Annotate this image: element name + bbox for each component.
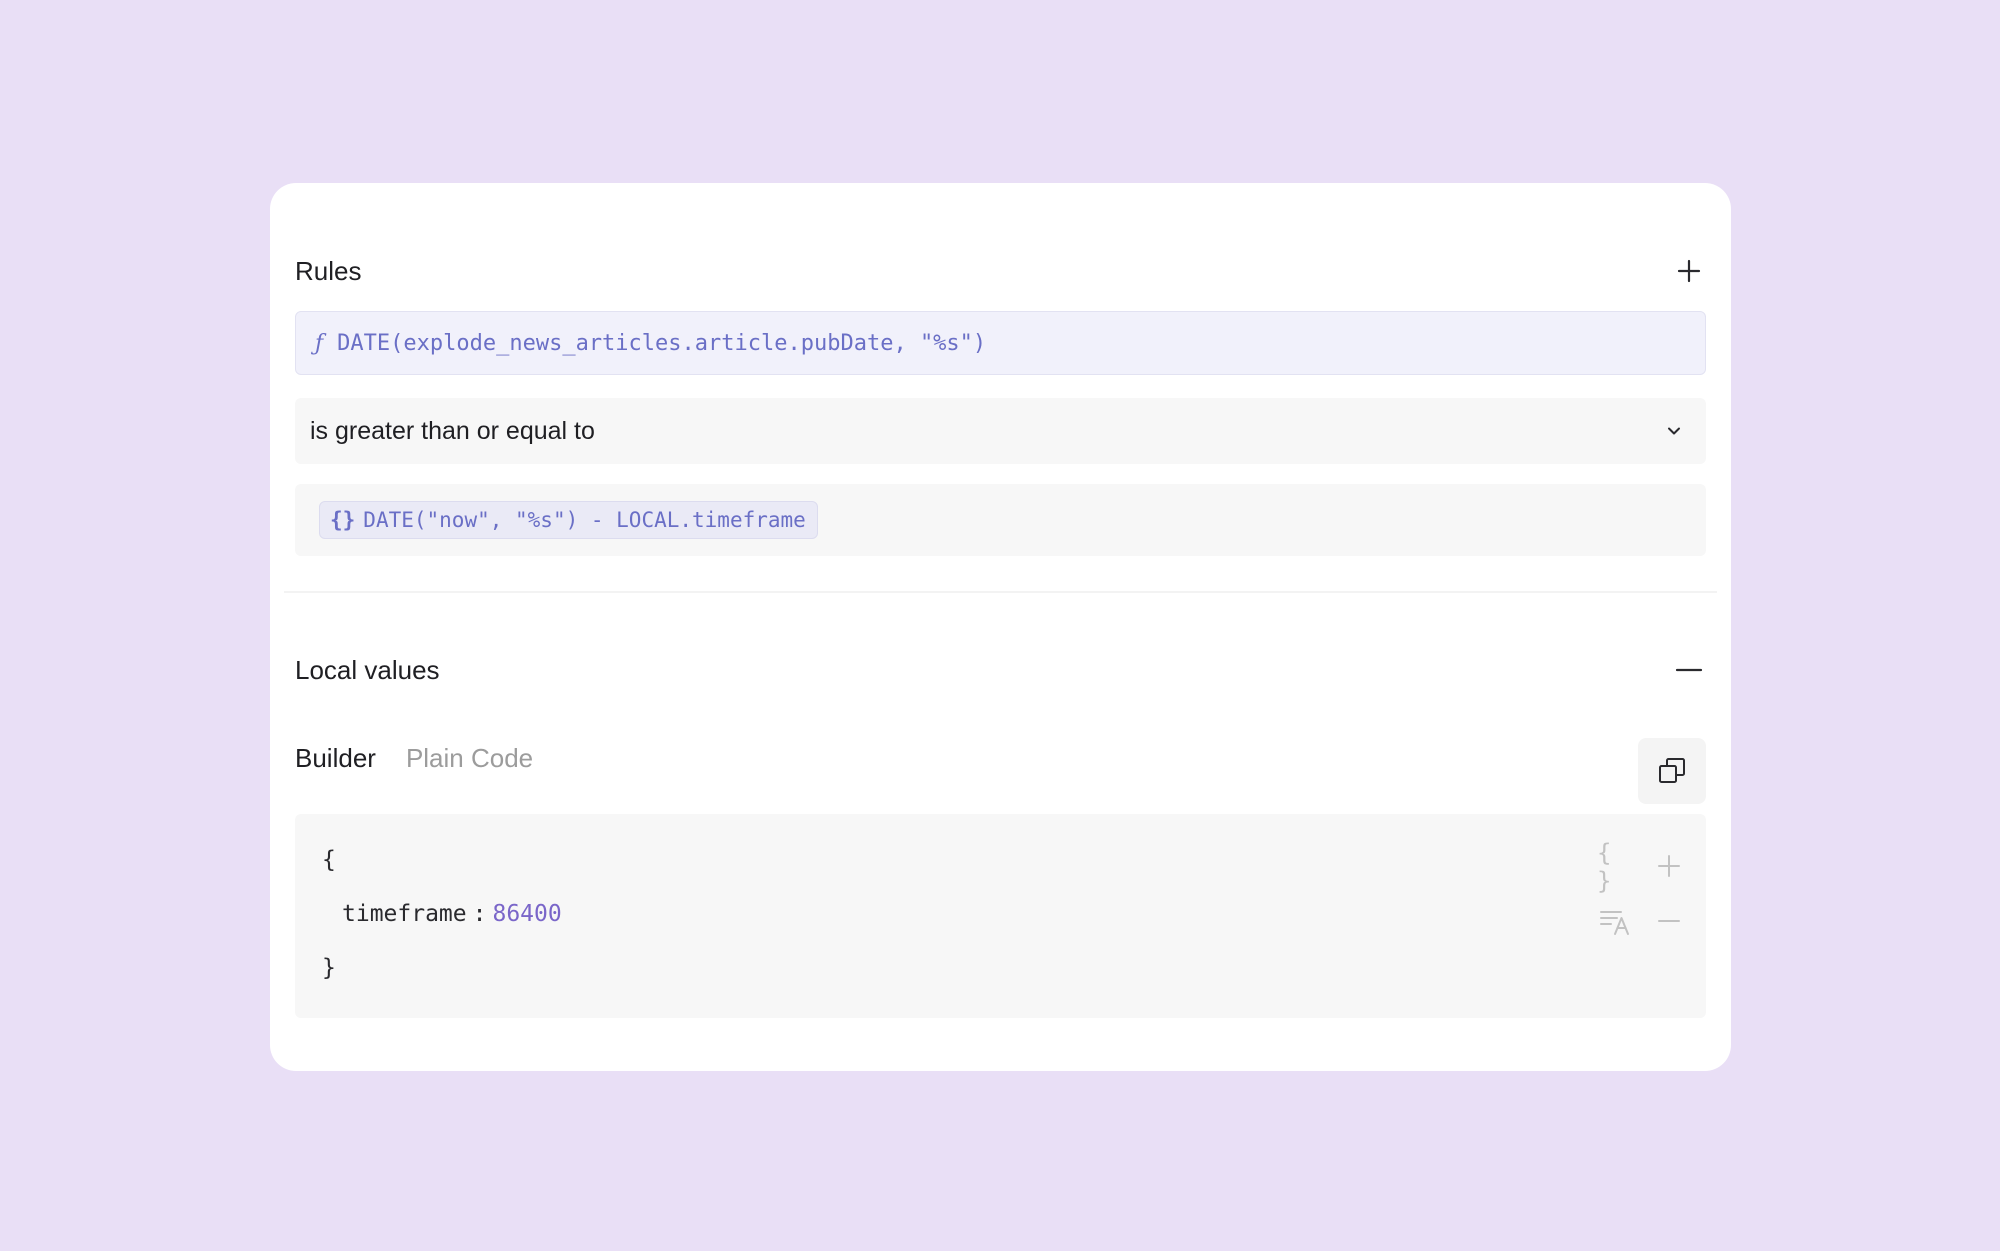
- section-divider: [284, 591, 1717, 593]
- plus-icon: [1658, 855, 1680, 877]
- add-object-button[interactable]: { }: [1597, 839, 1633, 895]
- function-icon: ƒ: [315, 330, 324, 356]
- rules-title: Rules: [295, 255, 362, 286]
- tab-builder[interactable]: Builder: [295, 743, 376, 774]
- json-entry-timeframe[interactable]: timeframe : 86400: [342, 898, 562, 930]
- operator-selected-value: is greater than or equal to: [310, 416, 595, 445]
- json-key: timeframe: [342, 901, 467, 927]
- local-values-header: Local values: [295, 650, 1709, 690]
- json-open-brace: {: [322, 847, 336, 873]
- collapse-local-values-button[interactable]: [1669, 650, 1709, 690]
- json-close-brace-line: }: [322, 952, 336, 984]
- json-builder[interactable]: { timeframe : 86400 } { }: [295, 814, 1706, 1018]
- local-values-title: Local values: [295, 654, 440, 685]
- expression-chip[interactable]: {} DATE("now", "%s") - LOCAL.timeframe: [319, 501, 818, 539]
- plus-icon: [1677, 259, 1701, 283]
- operator-select[interactable]: is greater than or equal to: [295, 398, 1706, 464]
- rules-header: Rules: [295, 251, 1709, 291]
- remove-entry-button[interactable]: [1651, 903, 1687, 939]
- add-entry-button[interactable]: [1651, 848, 1687, 884]
- copy-button[interactable]: [1638, 738, 1706, 804]
- format-button[interactable]: [1597, 903, 1633, 939]
- braces-icon: {}: [330, 508, 356, 532]
- json-value[interactable]: 86400: [492, 901, 561, 927]
- chevron-down-icon: [1668, 427, 1680, 435]
- tab-plain-code[interactable]: Plain Code: [406, 743, 533, 774]
- text-format-icon: [1600, 911, 1629, 935]
- editor-tabs: Builder Plain Code: [295, 743, 533, 774]
- add-rule-button[interactable]: [1669, 251, 1709, 291]
- comparison-value-field[interactable]: {} DATE("now", "%s") - LOCAL.timeframe: [295, 484, 1706, 556]
- rule-expression-text: DATE(explode_news_articles.article.pubDa…: [337, 330, 987, 356]
- json-open-brace-line: {: [322, 844, 336, 876]
- expression-chip-text: DATE("now", "%s") - LOCAL.timeframe: [363, 508, 806, 532]
- rule-expression-field[interactable]: ƒ DATE(explode_news_articles.article.pub…: [295, 311, 1706, 375]
- minus-icon: [1675, 668, 1703, 672]
- json-close-brace: }: [322, 955, 336, 981]
- json-colon: :: [472, 901, 487, 927]
- rules-card: Rules ƒ DATE(explode_news_articles.artic…: [270, 183, 1731, 1071]
- object-icon: { }: [1597, 839, 1612, 895]
- copy-icon: [1659, 758, 1685, 783]
- minus-icon: [1658, 920, 1680, 922]
